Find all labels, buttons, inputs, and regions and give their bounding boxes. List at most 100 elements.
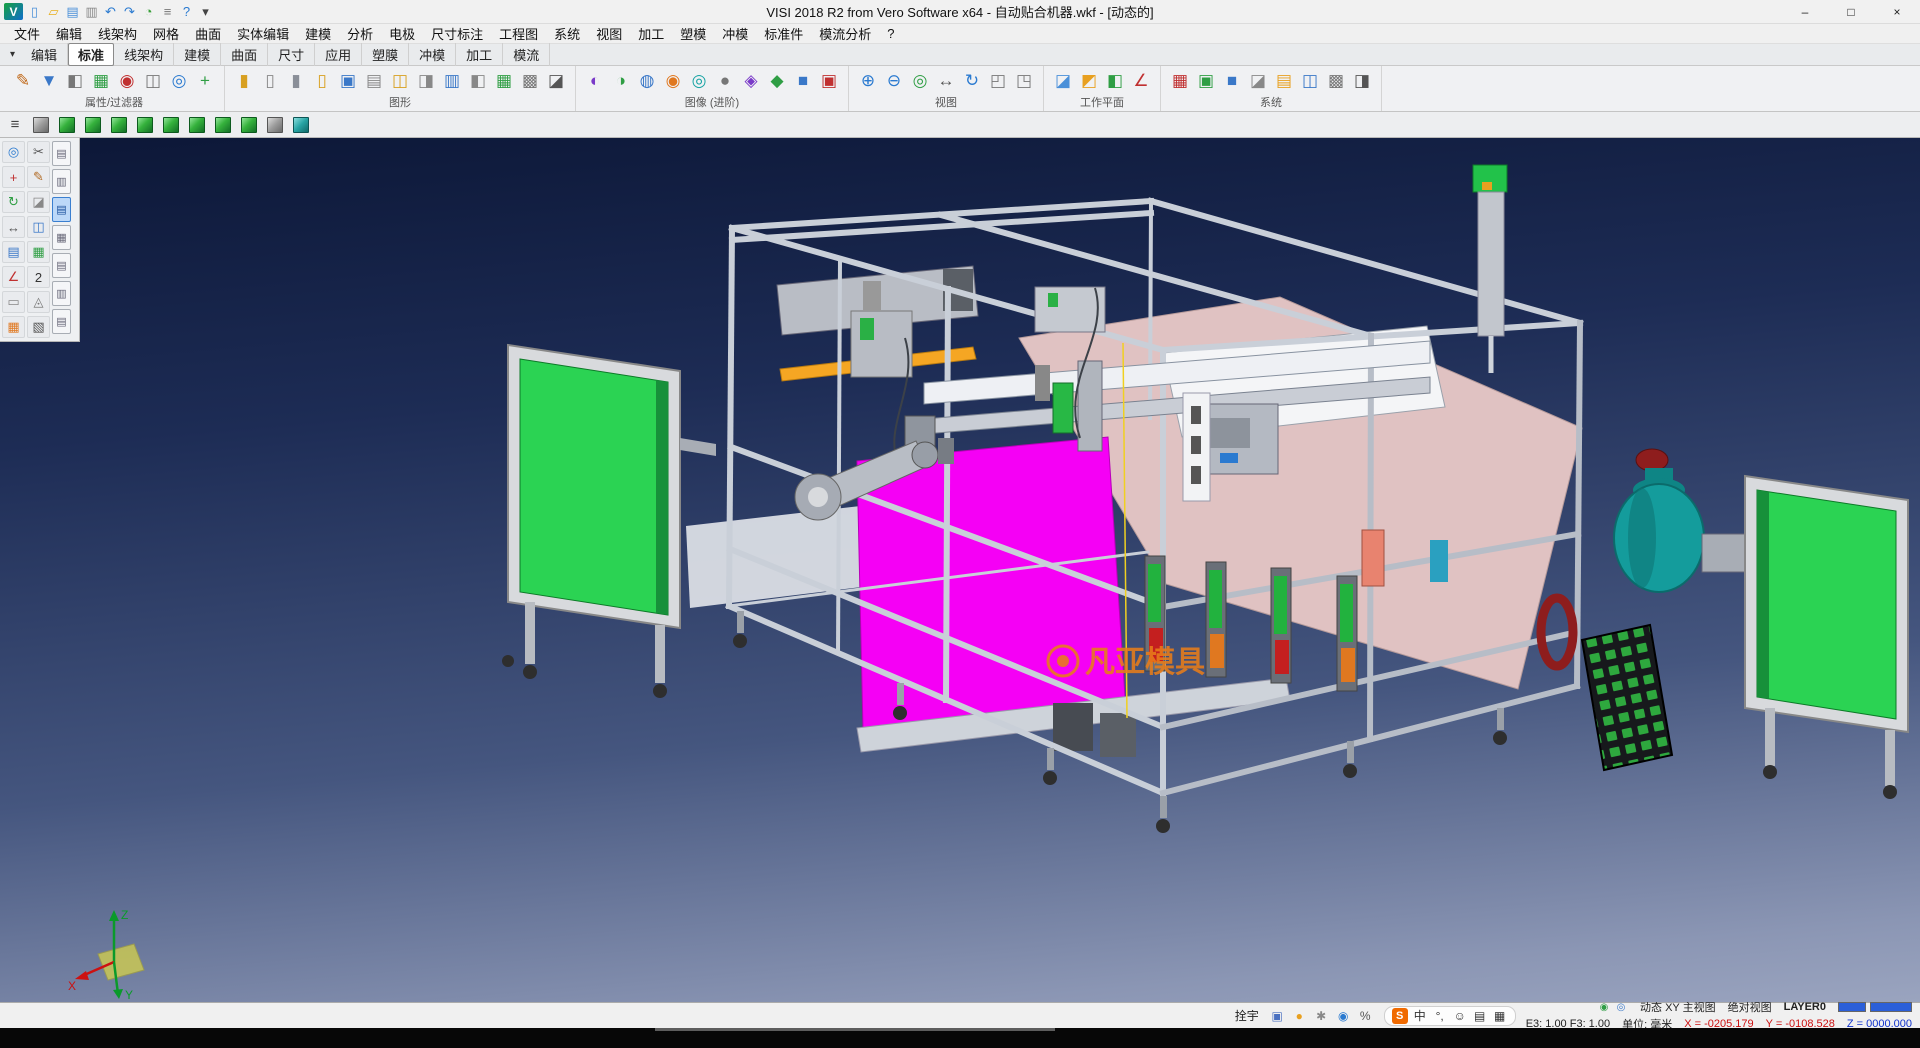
flat-shade-icon[interactable]: ■ (791, 68, 815, 94)
ribbon-tab[interactable]: 加工 (456, 43, 503, 66)
clipboard-icon[interactable]: ▥ (52, 169, 71, 194)
menu-item[interactable]: ? (879, 26, 902, 41)
minimize-button[interactable]: – (1782, 0, 1828, 23)
notes-icon[interactable]: ▭ (2, 291, 25, 313)
active-layer-label[interactable]: LAYER0 (1784, 1001, 1826, 1013)
menu-item[interactable]: 分析 (339, 24, 381, 43)
color-filter-icon[interactable]: ◉ (115, 68, 139, 94)
dynamic-view-icon[interactable] (293, 117, 309, 133)
filter-funnel-icon[interactable]: ▼ (37, 68, 61, 94)
right-green-panel[interactable] (1702, 476, 1908, 799)
zoom-extents-icon[interactable]: ◎ (908, 68, 932, 94)
ime-toolbox-icon[interactable]: ▦ (1492, 1008, 1508, 1024)
top-view-icon[interactable] (85, 117, 101, 133)
keyboard[interactable] (1582, 625, 1672, 770)
menu-item[interactable]: 视图 (588, 24, 630, 43)
assistant-tray-icon[interactable]: ● (1291, 1007, 1308, 1024)
viewport-corner-icon[interactable]: ◳ (1012, 68, 1036, 94)
prism-icon[interactable]: ◬ (27, 291, 50, 313)
clone-attributes-icon[interactable]: ◫ (141, 68, 165, 94)
section-icon[interactable]: ◧ (466, 68, 490, 94)
palette-icon[interactable]: ▦ (2, 316, 25, 338)
sensor-tower[interactable] (1473, 165, 1507, 373)
ime-mode-chinese[interactable]: 中 (1412, 1008, 1428, 1024)
3d-viewport[interactable]: 凡亚模具 Z X Y ◎+↻↔▤∠▭▦ ✂✎◪◫▦2◬▧ ▤▥▤▦▤▥▤ (0, 138, 1920, 1002)
menu-item[interactable]: 塑模 (672, 24, 714, 43)
menu-item[interactable]: 加工 (630, 24, 672, 43)
zoom-out-icon[interactable]: ⊖ (882, 68, 906, 94)
menu-item[interactable]: 工程图 (491, 24, 546, 43)
ribbon-tab[interactable]: 线架构 (114, 43, 174, 66)
print-icon[interactable]: ▥ (82, 2, 101, 21)
ribbon-tab[interactable]: 应用 (315, 43, 362, 66)
layers-stack-icon[interactable]: ▤ (2, 241, 25, 263)
screen-tray-icon[interactable]: ▣ (1269, 1007, 1286, 1024)
menu-item[interactable]: 线架构 (90, 24, 145, 43)
twin-cylinder-icon[interactable]: ◫ (388, 68, 412, 94)
shade-reverse-icon[interactable]: ◑ (609, 68, 633, 94)
clipboard-icon[interactable]: ▥ (52, 281, 71, 306)
magnify-icon[interactable]: ◎ (2, 141, 25, 163)
solid-prism-icon[interactable]: ▮ (284, 68, 308, 94)
left-view-icon[interactable] (163, 117, 179, 133)
half-solid-icon[interactable]: ◨ (414, 68, 438, 94)
open-file-icon[interactable]: ▱ (44, 2, 63, 21)
layer-filter-icon[interactable]: ▦ (89, 68, 113, 94)
eraser-icon[interactable]: ◪ (27, 191, 50, 213)
percent-tray-icon[interactable]: % (1357, 1007, 1374, 1024)
color-grid-icon[interactable]: ▦ (1168, 68, 1192, 94)
sogou-logo-icon[interactable]: S (1392, 1008, 1408, 1024)
display-icon[interactable]: ■ (1220, 68, 1244, 94)
table-system-icon[interactable]: ▩ (1324, 68, 1348, 94)
ime-keyboard-icon[interactable]: ▤ (1472, 1008, 1488, 1024)
texture-icon[interactable]: ◍ (635, 68, 659, 94)
active-linetype-swatch[interactable] (1870, 1002, 1912, 1012)
menu-item[interactable]: 标准件 (756, 24, 811, 43)
shadow-icon[interactable]: ◪ (1246, 68, 1270, 94)
snap-toggle[interactable]: 拴宇 (1235, 1007, 1259, 1024)
ribbon-tab[interactable]: 尺寸 (268, 43, 315, 66)
ribbon-tab[interactable]: 曲面 (221, 43, 268, 66)
front-view-icon[interactable] (111, 117, 127, 133)
left-green-panel[interactable] (502, 345, 716, 698)
numbered-view-icon[interactable]: 2 (27, 266, 50, 288)
clipboard-active-icon[interactable]: ▤ (52, 197, 71, 222)
monitor-icon[interactable]: ▣ (1194, 68, 1218, 94)
back-view-icon[interactable] (189, 117, 205, 133)
menu-item[interactable]: 冲模 (714, 24, 756, 43)
menu-item[interactable]: 电极 (381, 24, 423, 43)
menu-item[interactable]: 尺寸标注 (423, 24, 491, 43)
workplane-xy-icon[interactable]: ◪ (1051, 68, 1075, 94)
sheet-icon[interactable]: ▤ (362, 68, 386, 94)
edit-attributes-icon[interactable]: ✎ (11, 68, 35, 94)
trimetric-view-icon[interactable] (267, 117, 283, 133)
bottom-view-icon[interactable] (215, 117, 231, 133)
hollow-cylinder-icon[interactable]: ▯ (258, 68, 282, 94)
render-icon[interactable]: ◉ (661, 68, 685, 94)
preview-icon[interactable]: ◔ (139, 2, 158, 21)
ribbed-solid-icon[interactable]: ▥ (440, 68, 464, 94)
menu-item[interactable]: 实体编辑 (229, 24, 297, 43)
help-tray-icon[interactable]: ◉ (1335, 1007, 1352, 1024)
shade-half-icon[interactable]: ◐ (583, 68, 607, 94)
ribbon-tab[interactable]: 编辑 (21, 43, 68, 66)
solid-shade-icon[interactable]: ● (713, 68, 737, 94)
tube-icon[interactable]: ▯ (310, 68, 334, 94)
ribbon-tab[interactable]: 冲模 (409, 43, 456, 66)
view-state2-icon[interactable]: ◎ (1614, 1001, 1628, 1013)
right-view-icon[interactable] (137, 117, 153, 133)
settings-tray-icon[interactable]: ✱ (1313, 1007, 1330, 1024)
clipboard-icon[interactable]: ▤ (52, 309, 71, 334)
material-icon[interactable]: ▣ (817, 68, 841, 94)
rotate-view-icon[interactable]: ↻ (960, 68, 984, 94)
ribbon-tab[interactable]: 模流 (503, 43, 550, 66)
ribbon-tab[interactable]: 建模 (174, 43, 221, 66)
highlight-filter-icon[interactable]: ◎ (167, 68, 191, 94)
clipboard-icon[interactable]: ▦ (52, 225, 71, 250)
teal-vessel[interactable] (1614, 449, 1704, 592)
maximize-button[interactable]: □ (1828, 0, 1874, 23)
pan-icon[interactable]: ↔ (934, 68, 958, 94)
menu-item[interactable]: 系统 (546, 24, 588, 43)
shaded-view-icon[interactable] (33, 117, 49, 133)
ribbon-tab[interactable]: 标准 (68, 43, 114, 66)
